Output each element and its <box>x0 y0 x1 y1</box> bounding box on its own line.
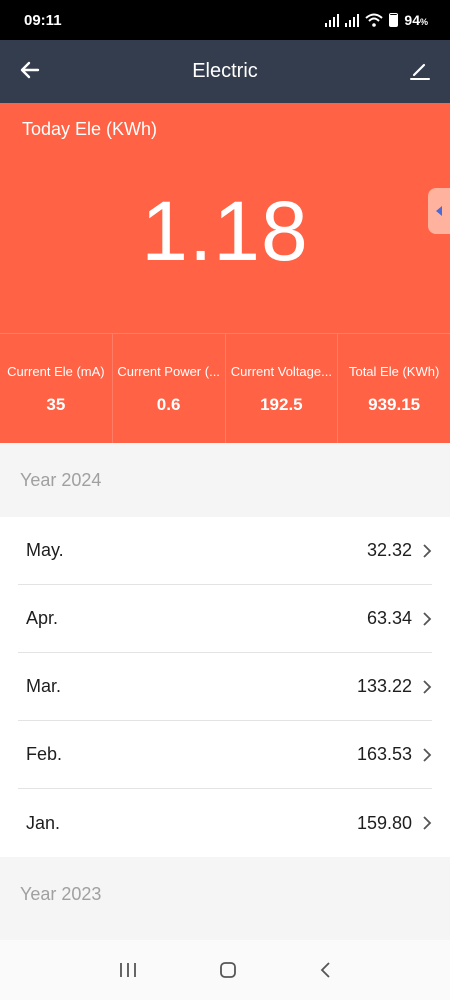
app-bar: Electric <box>0 40 450 103</box>
page-title: Electric <box>192 60 258 82</box>
status-bar: 09:11 94% <box>0 0 450 40</box>
stat-total-ele: Total Ele (KWh) 939.15 <box>338 334 450 443</box>
chevron-right-icon <box>423 747 432 762</box>
stat-value: 192.5 <box>260 395 303 414</box>
month-label: Mar. <box>26 676 62 696</box>
today-ele-value: 1.18 <box>141 184 309 278</box>
home-icon[interactable] <box>218 960 238 980</box>
list-item[interactable]: Jan. 159.80 <box>18 789 432 857</box>
chevron-right-icon <box>423 816 432 830</box>
month-label: May. <box>26 540 64 560</box>
status-time: 09:11 <box>24 11 62 29</box>
month-label: Jan. <box>26 812 61 833</box>
battery-percent: 94% <box>404 12 428 28</box>
stat-current-power: Current Power (... 0.6 <box>113 334 226 443</box>
stat-value: 939.15 <box>368 395 421 414</box>
month-value: 163.53 <box>356 744 412 764</box>
stat-label: Current Ele (mA) <box>7 364 105 379</box>
battery-icon <box>389 13 399 27</box>
month-value: 159.80 <box>356 812 412 833</box>
signal-icon <box>345 13 360 27</box>
stat-value: 0.6 <box>156 395 181 414</box>
list-item[interactable]: Mar. 133.22 <box>18 653 432 721</box>
stats-row: Current Ele (mA) 35 Current Power (... 0… <box>0 333 450 443</box>
pencil-icon <box>410 63 430 80</box>
caret-left-icon <box>436 206 442 216</box>
side-drawer-handle[interactable] <box>428 188 450 234</box>
stat-current-ele: Current Ele (mA) 35 <box>0 334 113 443</box>
arrow-left-icon <box>20 61 40 79</box>
month-label: Apr. <box>26 608 59 628</box>
list-item[interactable]: Apr. 63.34 <box>18 585 432 653</box>
year-header-2023: Year 2023 <box>0 857 450 931</box>
stat-value: 35 <box>46 395 66 414</box>
back-button[interactable] <box>14 54 46 86</box>
stat-current-voltage: Current Voltage... 192.5 <box>226 334 339 443</box>
system-nav-bar <box>0 940 450 1000</box>
stat-label: Current Power (... <box>117 364 220 379</box>
month-list: May. 32.32 Apr. 63.34 Mar. 133.22 Feb. 1… <box>0 517 450 857</box>
list-item[interactable]: Feb. 163.53 <box>18 721 432 789</box>
stat-label: Total Ele (KWh) <box>348 364 440 379</box>
month-label: Feb. <box>26 744 63 764</box>
today-summary-panel: Today Ele (KWh) 1.18 Current Ele (mA) 35… <box>0 103 450 443</box>
recent-apps-icon[interactable] <box>118 961 138 979</box>
list-item[interactable]: May. 32.32 <box>18 517 432 585</box>
year-header-2024: Year 2024 <box>0 443 450 517</box>
chevron-right-icon <box>423 611 432 626</box>
wifi-icon <box>365 13 384 27</box>
month-value: 32.32 <box>366 540 412 560</box>
edit-button[interactable] <box>404 54 436 86</box>
back-icon[interactable] <box>318 960 332 980</box>
today-ele-label: Today Ele (KWh) <box>22 119 158 139</box>
signal-icon <box>325 13 340 27</box>
stat-label: Current Voltage... <box>230 364 332 379</box>
chevron-right-icon <box>423 679 432 694</box>
month-value: 63.34 <box>366 608 412 628</box>
month-value: 133.22 <box>356 676 412 696</box>
chevron-right-icon <box>423 543 432 558</box>
